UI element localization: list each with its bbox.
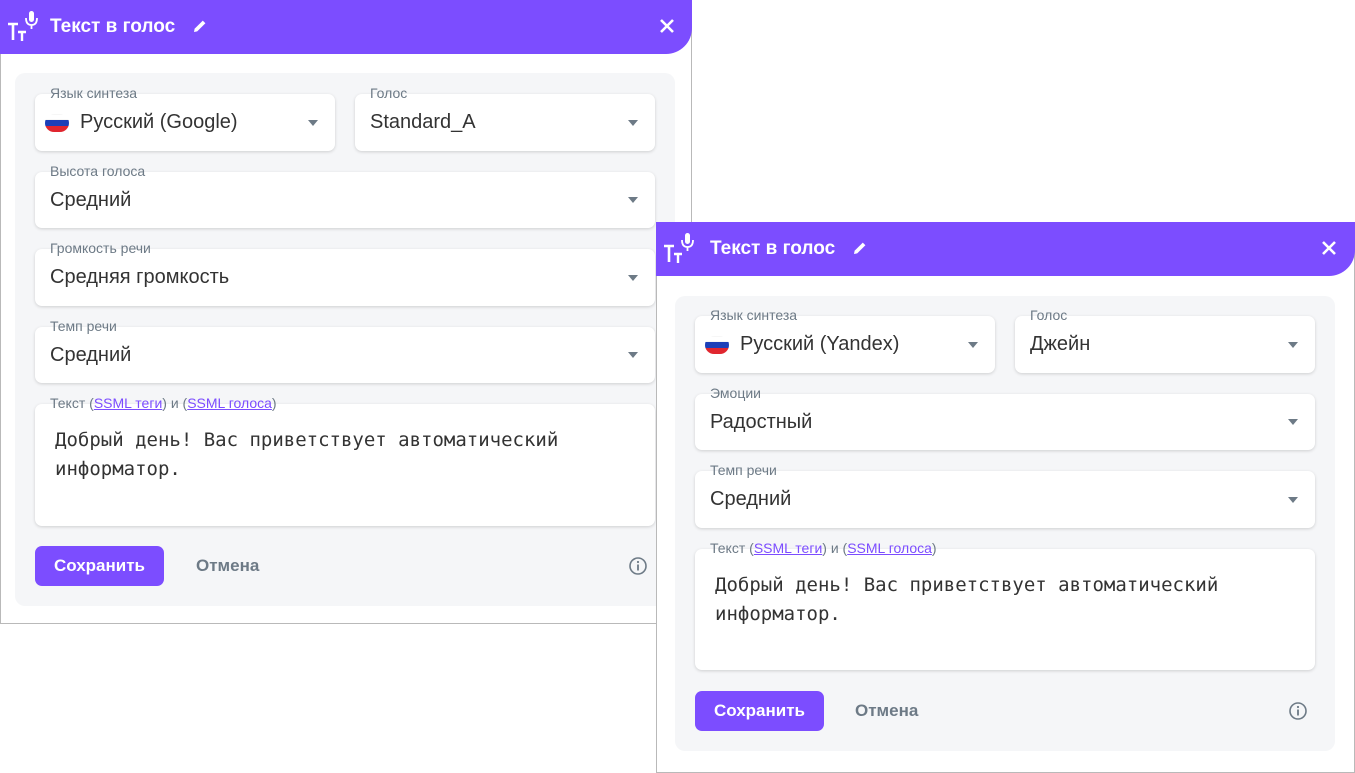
close-icon[interactable] <box>658 17 676 35</box>
tts-dialog-google: Текст в голос Язык синтеза Русский (Goog… <box>0 0 692 624</box>
dropdown-caret-icon <box>628 197 638 203</box>
pencil-icon[interactable] <box>192 18 208 34</box>
volume-select[interactable]: Громкость речи Средняя громкость <box>35 240 655 306</box>
dropdown-caret-icon <box>1288 419 1298 425</box>
dropdown-caret-icon <box>628 352 638 358</box>
ssml-tags-link[interactable]: SSML теги <box>754 540 822 556</box>
tts-dialog-yandex: Текст в голос Язык синтеза Русский (Yand… <box>656 222 1355 773</box>
dialog-title: Текст в голос <box>50 16 176 37</box>
pencil-icon[interactable] <box>852 240 868 256</box>
text-label-suffix: ) <box>271 395 277 411</box>
text-value[interactable]: Добрый день! Вас приветствует автоматиче… <box>715 571 1255 629</box>
pitch-select[interactable]: Высота голоса Средний <box>35 163 655 228</box>
save-button[interactable]: Сохранить <box>695 691 824 731</box>
dialog-title: Текст в голос <box>710 238 836 259</box>
rate-value: Средний <box>710 488 792 510</box>
dropdown-caret-icon <box>628 274 638 281</box>
pitch-value: Средний <box>50 188 132 211</box>
settings-panel: Язык синтеза Русский (Yandex) Голос Джей… <box>675 296 1335 751</box>
text-label-suffix: ) <box>931 540 937 556</box>
emotion-value: Радостный <box>710 410 813 433</box>
text-label: Текст (SSML теги) и (SSML голоса) <box>710 540 937 556</box>
text-label-prefix: Текст ( <box>710 540 754 556</box>
dialog-header: Текст в голос <box>0 0 692 54</box>
voice-value: Standard_A <box>370 111 476 133</box>
ssml-voices-link[interactable]: SSML голоса <box>847 540 932 556</box>
info-icon[interactable] <box>628 556 648 576</box>
dropdown-caret-icon <box>1288 496 1298 503</box>
voice-select[interactable]: Голос Джейн <box>1015 307 1315 373</box>
text-label-mid: ) и ( <box>822 540 848 556</box>
russia-flag-icon <box>45 113 69 132</box>
settings-panel: Язык синтеза Русский (Google) Голос Stan… <box>15 73 675 606</box>
ssml-tags-link[interactable]: SSML теги <box>94 395 162 411</box>
info-icon[interactable] <box>1288 701 1308 721</box>
cancel-button[interactable]: Отмена <box>196 546 259 586</box>
dropdown-caret-icon <box>308 119 318 126</box>
language-value: Русский (Google) <box>80 111 238 133</box>
dropdown-caret-icon <box>628 119 638 126</box>
cancel-button[interactable]: Отмена <box>855 691 918 731</box>
language-select[interactable]: Язык синтеза Русский (Google) <box>35 85 335 151</box>
text-label: Текст (SSML теги) и (SSML голоса) <box>50 395 277 411</box>
text-label-prefix: Текст ( <box>50 395 94 411</box>
rate-select[interactable]: Темп речи Средний <box>35 318 655 383</box>
save-button[interactable]: Сохранить <box>35 546 164 586</box>
dropdown-caret-icon <box>1288 341 1298 348</box>
rate-value: Средний <box>50 343 132 366</box>
text-value[interactable]: Добрый день! Вас приветствует автоматиче… <box>55 426 595 484</box>
voice-select[interactable]: Голос Standard_A <box>355 85 655 151</box>
russia-flag-icon <box>705 335 729 354</box>
language-value: Русский (Yandex) <box>740 333 900 355</box>
text-to-speech-icon <box>8 11 38 41</box>
voice-value: Джейн <box>1030 333 1091 355</box>
ssml-voices-link[interactable]: SSML голоса <box>187 395 272 411</box>
text-to-speech-icon <box>664 233 694 263</box>
volume-value: Средняя громкость <box>50 266 230 288</box>
text-input[interactable]: Текст (SSML теги) и (SSML голоса) Добрый… <box>695 540 1315 670</box>
language-select[interactable]: Язык синтеза Русский (Yandex) <box>695 307 995 373</box>
emotion-select[interactable]: Эмоции Радостный <box>695 385 1315 450</box>
dialog-header: Текст в голос <box>656 222 1355 276</box>
close-icon[interactable] <box>1320 239 1338 257</box>
text-input[interactable]: Текст (SSML теги) и (SSML голоса) Добрый… <box>35 395 655 526</box>
rate-select[interactable]: Темп речи Средний <box>695 462 1315 528</box>
dropdown-caret-icon <box>968 341 978 348</box>
text-label-mid: ) и ( <box>162 395 188 411</box>
